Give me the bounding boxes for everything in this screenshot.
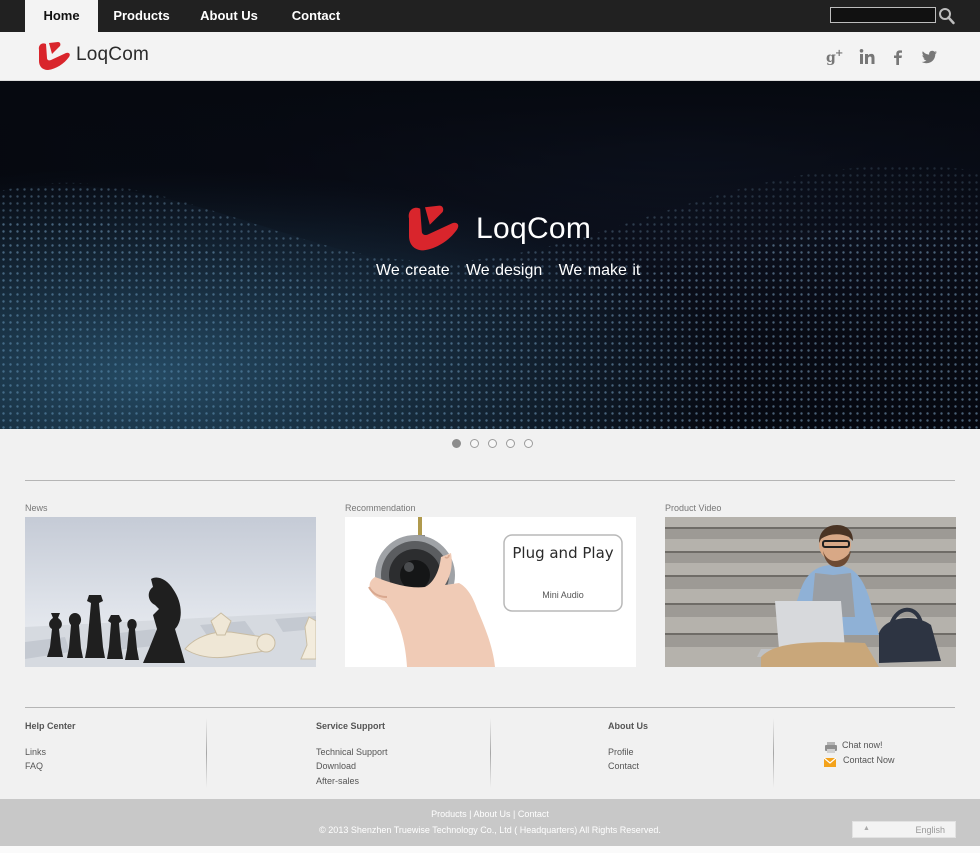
svg-text:+: + [835, 48, 843, 59]
google-plus-icon[interactable]: g + [824, 46, 846, 68]
recommendation-card-subtitle: Mini Audio [542, 590, 584, 600]
linkedin-icon[interactable] [856, 46, 878, 68]
hero-logo-text: LoqCom [476, 212, 592, 245]
search-icon[interactable] [938, 6, 956, 26]
product-video-image[interactable] [665, 517, 956, 667]
recommendation-image[interactable]: Plug and Play Mini Audio [345, 517, 636, 667]
nav-contact[interactable]: Contact [282, 0, 350, 32]
footer-heading-about-us: About Us [608, 721, 648, 731]
column-divider [206, 718, 207, 788]
footer-link-after-sales[interactable]: After-sales [316, 776, 359, 786]
language-selector[interactable]: ▲ English [852, 821, 956, 838]
divider [25, 480, 955, 481]
bottom-links: Products | About Us | Contact [0, 809, 980, 819]
facebook-icon[interactable] [887, 46, 909, 68]
footer-heading-help-center: Help Center [25, 721, 76, 731]
recommendation-card-title: Plug and Play [512, 544, 614, 562]
bottom-link-products[interactable]: Products [431, 809, 467, 819]
footer-link-profile[interactable]: Profile [608, 747, 634, 757]
hero-tagline: We create We design We make it [376, 262, 641, 279]
top-nav: Home Products About Us Contact [0, 0, 980, 32]
twitter-icon[interactable] [918, 46, 940, 68]
slider-dot-5[interactable] [524, 439, 533, 448]
chat-now-link[interactable]: Chat now! [842, 740, 883, 750]
language-label: English [915, 825, 945, 835]
nav-home[interactable]: Home [25, 0, 98, 32]
column-divider [490, 718, 491, 788]
panel-title-news: News [25, 503, 48, 513]
page-bottom-strip [0, 846, 980, 853]
hero-logo-icon [404, 204, 462, 252]
footer-link-technical-support[interactable]: Technical Support [316, 747, 388, 757]
footer-link-contact[interactable]: Contact [608, 761, 639, 771]
slider-dot-2[interactable] [470, 439, 479, 448]
hero-background-wave [0, 81, 980, 429]
contact-now-link[interactable]: Contact Now [843, 755, 895, 765]
panel-title-recommendation: Recommendation [345, 503, 416, 513]
hero-banner[interactable]: LoqCom We create We design We make it [0, 81, 980, 429]
logo-text[interactable]: LoqCom [76, 44, 149, 66]
bottom-link-about-us[interactable]: About Us [473, 809, 510, 819]
logo-icon[interactable] [36, 41, 72, 71]
bottom-bar: Products | About Us | Contact © 2013 She… [0, 799, 980, 846]
nav-about-us[interactable]: About Us [190, 0, 268, 32]
divider [25, 707, 955, 708]
arrow-up-icon: ▲ [863, 825, 870, 832]
footer-link-download[interactable]: Download [316, 761, 356, 771]
footer-heading-service-support: Service Support [316, 721, 386, 731]
slider-dot-3[interactable] [488, 439, 497, 448]
chat-icon [825, 740, 837, 753]
column-divider [773, 718, 774, 788]
bottom-link-contact[interactable]: Contact [518, 809, 549, 819]
nav-products[interactable]: Products [104, 0, 179, 32]
slider-dot-4[interactable] [506, 439, 515, 448]
news-image[interactable] [25, 517, 316, 667]
copyright: © 2013 Shenzhen Truewise Technology Co.,… [319, 825, 661, 835]
mail-icon [823, 755, 837, 767]
search-input[interactable] [830, 7, 936, 23]
footer-link-faq[interactable]: FAQ [25, 761, 43, 771]
footer-link-links[interactable]: Links [25, 747, 46, 757]
panel-title-product-video: Product Video [665, 503, 722, 513]
brand-bar: LoqCom g + [0, 32, 980, 81]
slider-dot-1[interactable] [452, 439, 461, 448]
